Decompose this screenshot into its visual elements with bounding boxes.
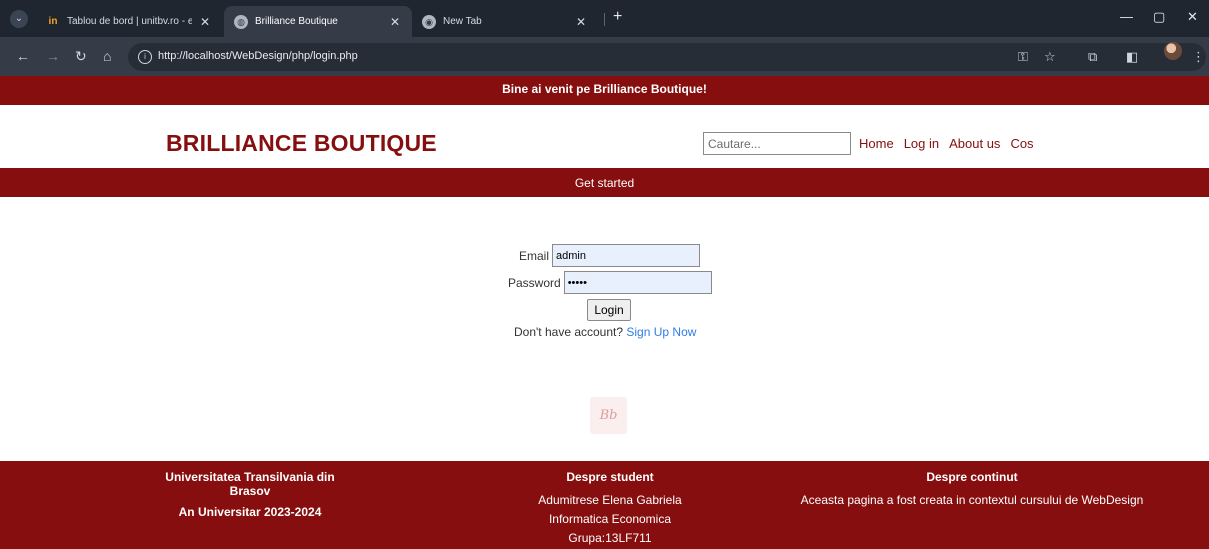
- university-name: Universitatea Transilvania din Brasov: [165, 470, 335, 498]
- signup-prompt-text: Don't have account?: [514, 325, 624, 339]
- sign-up-link[interactable]: Sign Up Now: [626, 325, 696, 339]
- restore-icon[interactable]: ▢: [1153, 9, 1165, 25]
- tab-title: Tablou de bord | unitbv.ro - e-L: [67, 16, 192, 27]
- profile-avatar[interactable]: [1164, 42, 1182, 60]
- search-input[interactable]: [703, 132, 851, 155]
- main-nav: Home Log in About us Cos: [859, 136, 1044, 151]
- browser-tab-new-tab[interactable]: ◉ New Tab ✕: [412, 6, 598, 37]
- get-started-bar: Get started: [0, 168, 1209, 197]
- reload-icon[interactable]: ↻: [75, 48, 87, 64]
- tab-search-chevron-icon[interactable]: ⌄: [10, 10, 28, 28]
- browser-toolbar: ← → ↻ ⌂ i http://localhost/WebDesign/php…: [0, 37, 1209, 76]
- student-program: Informatica Economica: [548, 512, 672, 526]
- close-icon[interactable]: ✕: [200, 15, 210, 29]
- minimize-icon[interactable]: —: [1120, 9, 1133, 24]
- footer-content: Despre continut Aceasta pagina a fost cr…: [790, 470, 1154, 510]
- password-row: Password: [508, 271, 712, 294]
- footer-content-title: Despre continut: [926, 470, 1018, 484]
- login-button[interactable]: Login: [587, 299, 631, 321]
- browser-tab-brilliance[interactable]: ◍ Brilliance Boutique ✕: [224, 6, 412, 37]
- password-label: Password: [508, 275, 561, 290]
- chrome-icon: ◉: [422, 14, 436, 29]
- academic-year: An Universitar 2023-2024: [178, 505, 322, 519]
- site-info-icon[interactable]: i: [138, 50, 152, 64]
- browser-tab-unitbv[interactable]: in Tablou de bord | unitbv.ro - e-L ✕: [36, 6, 222, 37]
- nav-cart[interactable]: Cos: [1010, 136, 1033, 151]
- password-field[interactable]: [563, 271, 712, 294]
- side-panel-icon[interactable]: ◧: [1126, 49, 1138, 65]
- bookmark-star-icon[interactable]: ☆: [1044, 49, 1056, 65]
- browser-tab-bar: ⌄ in Tablou de bord | unitbv.ro - e-L ✕ …: [0, 0, 1209, 37]
- email-label: Email: [519, 248, 550, 263]
- nav-about-us[interactable]: About us: [949, 136, 1000, 151]
- globe-icon: ◍: [234, 14, 248, 29]
- window-close-icon[interactable]: ✕: [1187, 9, 1198, 25]
- tab-separator: [604, 13, 605, 26]
- signup-prompt: Don't have account? Sign Up Now: [514, 325, 696, 339]
- address-bar[interactable]: i http://localhost/WebDesign/php/login.p…: [128, 43, 1206, 71]
- footer: Universitatea Transilvania din Brasov An…: [0, 461, 1209, 549]
- unitbv-favicon-icon: in: [48, 15, 58, 27]
- brand-signature-logo: Bb: [590, 397, 627, 434]
- footer-university: Universitatea Transilvania din Brasov An…: [146, 470, 354, 526]
- tab-title: Brilliance Boutique: [255, 16, 338, 27]
- footer-content-text: Aceasta pagina a fost creata in contextu…: [800, 493, 1144, 507]
- new-tab-plus-icon[interactable]: +: [613, 8, 622, 26]
- footer-student-title: Despre student: [566, 470, 654, 484]
- forward-arrow-icon[interactable]: →: [46, 48, 60, 64]
- footer-student: Despre student Adumitrese Elena Gabriela…: [507, 470, 713, 548]
- nav-home[interactable]: Home: [859, 136, 894, 151]
- brand-logo-text[interactable]: BRILLIANCE BOUTIQUE: [166, 130, 437, 157]
- url-text: http://localhost/WebDesign/php/login.php: [158, 50, 358, 62]
- close-icon[interactable]: ✕: [576, 15, 586, 29]
- student-name: Adumitrese Elena Gabriela: [538, 493, 682, 507]
- extensions-puzzle-icon[interactable]: ⧉: [1088, 49, 1097, 65]
- email-row: Email: [519, 244, 701, 267]
- email-field[interactable]: [552, 244, 701, 267]
- nav-log-in[interactable]: Log in: [904, 136, 939, 151]
- menu-dots-icon[interactable]: ⋮: [1192, 49, 1205, 65]
- home-icon[interactable]: ⌂: [103, 48, 111, 64]
- close-icon[interactable]: ✕: [390, 15, 400, 29]
- student-group: Grupa:13LF711: [568, 531, 652, 545]
- welcome-banner: Bine ai venit pe Brilliance Boutique!: [0, 76, 1209, 105]
- tab-title: New Tab: [443, 16, 482, 27]
- back-arrow-icon[interactable]: ←: [16, 48, 30, 64]
- password-key-icon[interactable]: ⚿: [1018, 49, 1028, 65]
